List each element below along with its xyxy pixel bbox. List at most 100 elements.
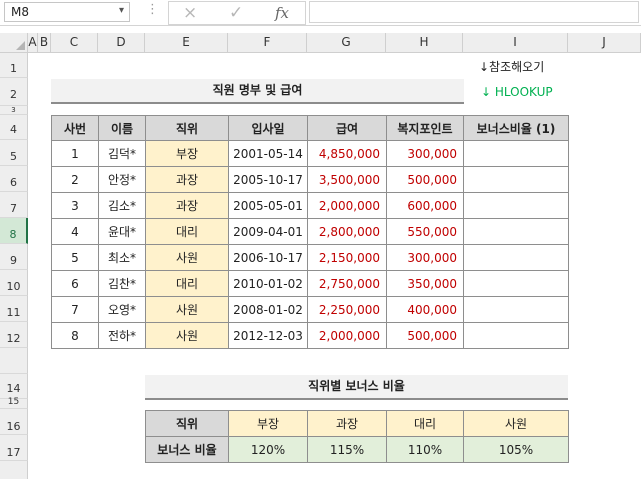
select-all-corner[interactable] bbox=[0, 33, 28, 53]
row-header[interactable]: 10 bbox=[0, 270, 28, 296]
cell-salary[interactable]: 2,250,000 bbox=[307, 296, 387, 323]
col-header-f[interactable]: F bbox=[228, 33, 307, 53]
cell-salary[interactable]: 2,750,000 bbox=[307, 270, 387, 297]
cell-hire-date[interactable]: 2009-04-01 bbox=[228, 218, 308, 245]
cell-bonus-rate[interactable] bbox=[463, 192, 569, 219]
row-header[interactable]: 11 bbox=[0, 296, 28, 322]
cell-name[interactable]: 최소* bbox=[98, 244, 146, 271]
col-header-d[interactable]: D bbox=[98, 33, 145, 53]
cell-position[interactable]: 대리 bbox=[145, 218, 229, 245]
cell-emp-no[interactable]: 5 bbox=[51, 244, 99, 271]
header-name[interactable]: 이름 bbox=[98, 115, 146, 141]
reference-link[interactable]: ↓참조해오기 bbox=[479, 58, 544, 75]
header-welfare-points[interactable]: 복지포인트 bbox=[386, 115, 464, 141]
cell-salary[interactable]: 2,150,000 bbox=[307, 244, 387, 271]
cancel-icon[interactable]: × bbox=[183, 3, 197, 23]
cell-hire-date[interactable]: 2012-12-03 bbox=[228, 322, 308, 349]
row-header[interactable]: 9 bbox=[0, 244, 28, 270]
col-header-h[interactable]: H bbox=[386, 33, 463, 53]
row-header[interactable]: 2 bbox=[0, 78, 28, 106]
cell-welfare-points[interactable]: 300,000 bbox=[386, 244, 464, 271]
header-emp-no[interactable]: 사번 bbox=[51, 115, 99, 141]
cell-bonus-rate[interactable] bbox=[463, 244, 569, 271]
bonus-position-cell[interactable]: 부장 bbox=[228, 410, 308, 437]
row-header[interactable]: 14 bbox=[0, 374, 28, 399]
cell-position[interactable]: 사원 bbox=[145, 322, 229, 349]
row-header[interactable] bbox=[0, 348, 28, 374]
bonus-rate-cell[interactable]: 110% bbox=[386, 436, 464, 463]
cell-bonus-rate[interactable] bbox=[463, 218, 569, 245]
cell-name[interactable]: 김덕* bbox=[98, 140, 146, 167]
cell-emp-no[interactable]: 3 bbox=[51, 192, 99, 219]
cell-emp-no[interactable]: 8 bbox=[51, 322, 99, 349]
cell-hire-date[interactable]: 2006-10-17 bbox=[228, 244, 308, 271]
cell-salary[interactable]: 2,800,000 bbox=[307, 218, 387, 245]
header-hire-date[interactable]: 입사일 bbox=[228, 115, 308, 141]
cell-salary[interactable]: 4,850,000 bbox=[307, 140, 387, 167]
cell-position[interactable]: 사원 bbox=[145, 244, 229, 271]
name-box[interactable]: M8 ▾ bbox=[4, 2, 130, 22]
row-header[interactable]: 7 bbox=[0, 192, 28, 218]
row-header[interactable]: 6 bbox=[0, 166, 28, 192]
cell-welfare-points[interactable]: 400,000 bbox=[386, 296, 464, 323]
col-header-j[interactable]: J bbox=[568, 33, 641, 53]
header-bonus-rate[interactable]: 보너스비율 (1) bbox=[463, 115, 569, 141]
row-header[interactable]: 5 bbox=[0, 140, 28, 166]
bonus-row-label-rate[interactable]: 보너스 비율 bbox=[145, 436, 229, 463]
cell-emp-no[interactable]: 4 bbox=[51, 218, 99, 245]
col-header-a[interactable]: A bbox=[28, 33, 38, 53]
cell-bonus-rate[interactable] bbox=[463, 166, 569, 193]
confirm-icon[interactable]: ✓ bbox=[229, 3, 243, 23]
col-header-g[interactable]: G bbox=[307, 33, 386, 53]
cell-hire-date[interactable]: 2005-10-17 bbox=[228, 166, 308, 193]
row-header[interactable] bbox=[0, 461, 28, 479]
cell-welfare-points[interactable]: 300,000 bbox=[386, 140, 464, 167]
cell-emp-no[interactable]: 1 bbox=[51, 140, 99, 167]
cell-emp-no[interactable]: 7 bbox=[51, 296, 99, 323]
cell-name[interactable]: 윤대* bbox=[98, 218, 146, 245]
cell-welfare-points[interactable]: 600,000 bbox=[386, 192, 464, 219]
cell-name[interactable]: 안정* bbox=[98, 166, 146, 193]
chevron-down-icon[interactable]: ▾ bbox=[119, 5, 124, 16]
cell-hire-date[interactable]: 2010-01-02 bbox=[228, 270, 308, 297]
cell-position[interactable]: 과장 bbox=[145, 166, 229, 193]
fx-icon[interactable]: fx bbox=[275, 4, 289, 22]
cell-hire-date[interactable]: 2008-01-02 bbox=[228, 296, 308, 323]
cell-name[interactable]: 김찬* bbox=[98, 270, 146, 297]
cell-hire-date[interactable]: 2001-05-14 bbox=[228, 140, 308, 167]
col-header-i[interactable]: I bbox=[463, 33, 568, 53]
cell-name[interactable]: 오영* bbox=[98, 296, 146, 323]
bonus-rate-cell[interactable]: 115% bbox=[307, 436, 387, 463]
bonus-position-cell[interactable]: 대리 bbox=[386, 410, 464, 437]
cell-name[interactable]: 김소* bbox=[98, 192, 146, 219]
cell-bonus-rate[interactable] bbox=[463, 270, 569, 297]
bonus-rate-cell[interactable]: 105% bbox=[463, 436, 569, 463]
row-header[interactable]: 12 bbox=[0, 322, 28, 348]
bonus-rate-cell[interactable]: 120% bbox=[228, 436, 308, 463]
cell-salary[interactable]: 3,500,000 bbox=[307, 166, 387, 193]
cell-welfare-points[interactable]: 500,000 bbox=[386, 166, 464, 193]
col-header-c[interactable]: C bbox=[51, 33, 98, 53]
header-position[interactable]: 직위 bbox=[145, 115, 229, 141]
cell-bonus-rate[interactable] bbox=[463, 296, 569, 323]
cell-position[interactable]: 사원 bbox=[145, 296, 229, 323]
row-header[interactable]: 1 bbox=[0, 53, 28, 78]
formula-input[interactable] bbox=[309, 1, 639, 23]
row-header[interactable]: 3 bbox=[0, 106, 28, 115]
cell-salary[interactable]: 2,000,000 bbox=[307, 322, 387, 349]
cell-emp-no[interactable]: 6 bbox=[51, 270, 99, 297]
cell-salary[interactable]: 2,000,000 bbox=[307, 192, 387, 219]
cell-welfare-points[interactable]: 350,000 bbox=[386, 270, 464, 297]
row-header[interactable]: 15 bbox=[0, 398, 28, 409]
bonus-position-cell[interactable]: 과장 bbox=[307, 410, 387, 437]
row-header[interactable]: 16 bbox=[0, 409, 28, 435]
col-header-b[interactable]: B bbox=[38, 33, 51, 53]
bonus-row-label-position[interactable]: 직위 bbox=[145, 410, 229, 437]
col-header-e[interactable]: E bbox=[145, 33, 228, 53]
cell-welfare-points[interactable]: 550,000 bbox=[386, 218, 464, 245]
hlookup-link[interactable]: ↓ HLOOKUP bbox=[481, 85, 553, 99]
row-header-selected[interactable]: 8 bbox=[0, 218, 28, 244]
header-salary[interactable]: 급여 bbox=[307, 115, 387, 141]
cell-emp-no[interactable]: 2 bbox=[51, 166, 99, 193]
cell-hire-date[interactable]: 2005-05-01 bbox=[228, 192, 308, 219]
